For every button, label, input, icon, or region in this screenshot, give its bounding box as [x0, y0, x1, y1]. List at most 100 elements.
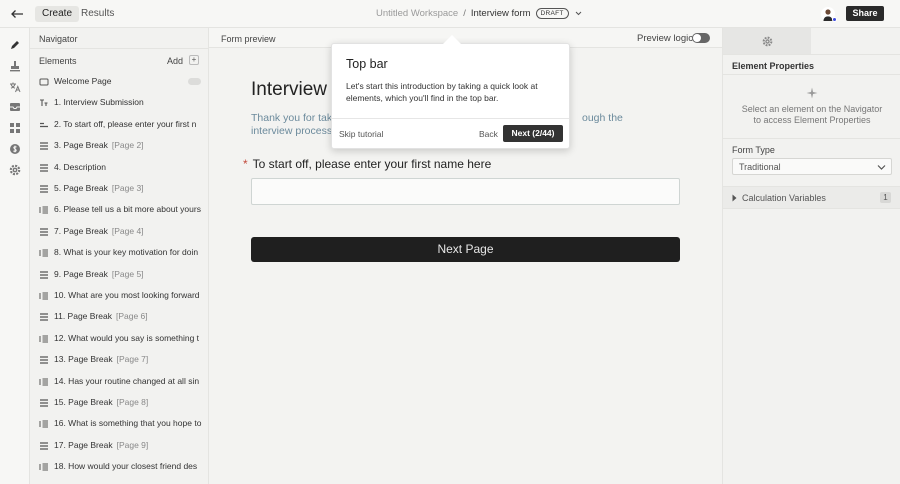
- list-item[interactable]: 14. Has your routine changed at all sin: [30, 374, 208, 390]
- long-text-icon: [39, 205, 49, 215]
- list-item-page-tag: [Page 5]: [111, 268, 144, 279]
- preview-logic-toggle[interactable]: [692, 33, 710, 43]
- list-item-label: 16. What is something that you hope to: [54, 418, 201, 428]
- add-element-label[interactable]: Add: [167, 56, 183, 66]
- list-item[interactable]: 3. Page Break [Page 2]: [30, 138, 208, 154]
- element-properties-title: Element Properties: [732, 61, 815, 71]
- list-item[interactable]: 18. How would your closest friend des: [30, 459, 208, 475]
- breadcrumb: Untitled Workspace / Interview form DRAF…: [376, 8, 582, 19]
- list-item-label: 15. Page Break [Page 8]: [54, 397, 148, 407]
- list-item-page-tag: [Page 9]: [116, 439, 149, 450]
- divider: [332, 118, 569, 119]
- navigator-panel: Navigator Elements Add + Welcome Page 1. …: [30, 28, 209, 484]
- list-item-text: 1. Interview Submission: [54, 97, 144, 108]
- navigator-title: Navigator: [39, 34, 78, 44]
- form-name[interactable]: Interview form: [471, 8, 531, 19]
- list-item-page-tag: [Page 4]: [111, 225, 144, 236]
- list-item-text: 2. To start off, please enter your first…: [54, 118, 197, 129]
- form-type-label: Form Type: [732, 145, 775, 155]
- list-item[interactable]: 1. Interview Submission: [30, 95, 208, 111]
- list-item[interactable]: 16. What is something that you hope to: [30, 416, 208, 432]
- list-item[interactable]: 12. What would you say is something t: [30, 331, 208, 347]
- list-item[interactable]: 13. Page Break [Page 7]: [30, 352, 208, 368]
- list-item[interactable]: 11. Page Break [Page 6]: [30, 309, 208, 325]
- page-break-icon: [39, 398, 49, 408]
- calculation-variables-row[interactable]: Calculation Variables 1: [723, 187, 900, 208]
- inbox-icon[interactable]: [8, 100, 22, 114]
- tutorial-next-button[interactable]: Next (2/44): [503, 125, 563, 142]
- list-item-text: 9. Page Break: [54, 268, 108, 279]
- online-status-dot: [832, 17, 837, 22]
- list-item[interactable]: Welcome Page: [30, 74, 208, 90]
- list-item[interactable]: 15. Page Break [Page 8]: [30, 395, 208, 411]
- skip-tutorial-button[interactable]: Skip tutorial: [339, 129, 383, 139]
- list-item-text: 10. What are you most looking forward: [54, 290, 200, 300]
- page-icon: [39, 77, 49, 87]
- translate-icon[interactable]: [8, 80, 22, 94]
- workspace-link[interactable]: Untitled Workspace: [376, 8, 458, 19]
- divider: [723, 54, 900, 55]
- currency-icon[interactable]: [8, 142, 22, 156]
- list-item[interactable]: 10. What are you most looking forward: [30, 288, 208, 304]
- pencil-icon[interactable]: [8, 38, 22, 52]
- gear-icon[interactable]: [8, 163, 22, 177]
- elements-label: Elements: [39, 56, 77, 66]
- list-item-label: 5. Page Break [Page 3]: [54, 183, 144, 193]
- popover-arrow: [443, 35, 461, 44]
- settings-gear-icon[interactable]: [762, 36, 773, 50]
- list-item[interactable]: 2. To start off, please enter your first…: [30, 117, 208, 133]
- page-break-icon: [39, 355, 49, 365]
- list-item-text: 4. Description: [54, 161, 106, 172]
- list-item[interactable]: 7. Page Break [Page 4]: [30, 224, 208, 240]
- tutorial-back-button[interactable]: Back: [479, 129, 498, 139]
- long-text-icon: [39, 334, 49, 344]
- next-page-button[interactable]: Next Page: [251, 237, 680, 262]
- status-badge: DRAFT: [535, 8, 569, 19]
- calculation-variables-label: Calculation Variables: [742, 193, 826, 203]
- divider: [723, 138, 900, 139]
- welcome-page-toggle[interactable]: [188, 78, 201, 85]
- tool-rail: [0, 28, 30, 484]
- list-item-label: 12. What would you say is something t: [54, 333, 199, 343]
- list-item-label: 17. Page Break [Page 9]: [54, 440, 148, 450]
- add-element-button[interactable]: +: [189, 55, 199, 65]
- page-break-icon: [39, 270, 49, 280]
- form-type-select[interactable]: Traditional: [732, 158, 892, 175]
- tutorial-body: Let's start this introduction by taking …: [346, 81, 538, 103]
- stamp-icon[interactable]: [8, 59, 22, 73]
- list-item-label: 13. Page Break [Page 7]: [54, 354, 148, 364]
- list-item-label: 8. What is your key motivation for doin: [54, 247, 198, 257]
- tab-results[interactable]: Results: [74, 6, 121, 22]
- list-item-label: Welcome Page: [54, 76, 111, 86]
- list-item[interactable]: 8. What is your key motivation for doin: [30, 245, 208, 261]
- first-name-input[interactable]: [251, 178, 680, 205]
- tab-create[interactable]: Create: [35, 6, 80, 22]
- page-break-icon: [39, 227, 49, 237]
- share-button[interactable]: Share: [846, 6, 884, 21]
- list-item-text: 12. What would you say is something t: [54, 332, 200, 343]
- page-break-icon: [39, 312, 49, 322]
- breadcrumb-separator: /: [463, 8, 466, 19]
- list-item-label: 14. Has your routine changed at all sin: [54, 376, 199, 386]
- list-item[interactable]: 5. Page Break [Page 3]: [30, 181, 208, 197]
- intro-line-1: Thank you for taki: [251, 112, 335, 124]
- list-item[interactable]: 17. Page Break [Page 9]: [30, 438, 208, 454]
- back-arrow-icon[interactable]: [8, 5, 26, 23]
- divider: [30, 48, 208, 49]
- list-item[interactable]: 9. Page Break [Page 5]: [30, 267, 208, 283]
- short-text-icon: [39, 120, 49, 130]
- list-item[interactable]: 6. Please tell us a bit more about yours: [30, 202, 208, 218]
- divider: [723, 74, 900, 75]
- chevron-down-icon[interactable]: [575, 8, 582, 19]
- list-item-text: 16. What is something that you hope to: [54, 418, 202, 429]
- list-item[interactable]: 4. Description: [30, 160, 208, 176]
- list-item-label: 1. Interview Submission: [54, 97, 144, 107]
- avatar[interactable]: [821, 7, 837, 22]
- integrations-icon[interactable]: [8, 121, 22, 135]
- list-item-label: 2. To start off, please enter your first…: [54, 119, 196, 129]
- page-break-icon: [39, 184, 49, 194]
- list-item-text: 11. Page Break: [54, 311, 112, 322]
- list-item-text: 6. Please tell us a bit more about yours: [54, 204, 201, 215]
- list-item-label: 18. How would your closest friend des: [54, 461, 197, 471]
- list-item-text: 15. Page Break: [54, 397, 113, 407]
